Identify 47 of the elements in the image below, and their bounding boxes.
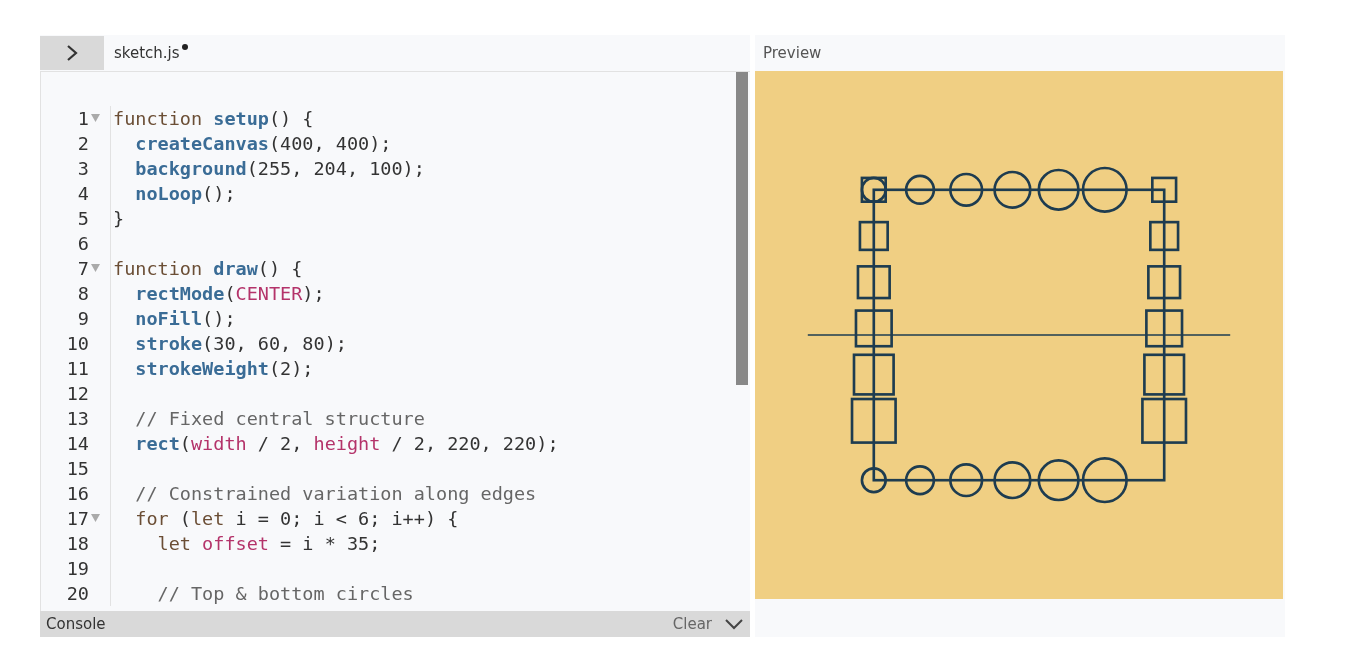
line-number: 11 [65,357,89,381]
code-line: noLoop(); [134,182,236,206]
code-line: // Constrained variation along edges [134,482,537,506]
code-line: let offset = i * 35; [156,532,381,556]
line-number: 17 [65,507,89,531]
code-line: } [113,207,125,231]
line-number: 6 [76,232,89,256]
code-line: stroke(30, 60, 80); [134,332,347,356]
clear-button[interactable]: Clear [666,614,718,634]
line-number: 2 [76,132,89,156]
code-line: function draw() { [113,257,303,281]
preview-title: Preview [763,44,822,62]
line-number: 9 [76,307,89,331]
line-number: 10 [65,332,89,356]
scrollbar-thumb[interactable] [736,72,748,385]
line-number: 7 [76,257,89,281]
line-number: 19 [65,557,89,581]
code-line: rectMode(CENTER); [134,282,325,306]
line-number: 5 [76,207,89,231]
file-tab[interactable]: sketch.js [114,44,180,62]
code-line: strokeWeight(2); [134,357,314,381]
line-number: 1 [76,107,89,131]
line-number: 8 [76,282,89,306]
code-line: createCanvas(400, 400); [134,132,392,156]
fold-triangle-icon[interactable] [91,264,100,273]
console-title: Console [46,615,106,633]
line-number: 14 [65,432,89,456]
line-number: 13 [65,407,89,431]
line-number: 4 [76,182,89,206]
code-line: rect(width / 2, height / 2, 220, 220); [134,432,559,456]
code-line: background(255, 204, 100); [134,157,425,181]
line-number: 15 [65,457,89,481]
code-line: // Top & bottom circles [156,582,414,606]
line-number: 16 [65,482,89,506]
fold-triangle-icon[interactable] [91,114,100,123]
line-number: 3 [76,157,89,181]
chevron-right-icon [65,45,79,61]
sidebar-toggle-button[interactable] [40,36,104,70]
line-number: 20 [65,582,89,606]
line-number: 18 [65,532,89,556]
fold-triangle-icon[interactable] [91,514,100,523]
code-line: // Fixed central structure [134,407,425,431]
chevron-down-icon[interactable] [724,618,744,630]
code-line: function setup() { [113,107,314,131]
code-line: for (let i = 0; i < 6; i++) { [134,507,459,531]
line-number: 12 [65,382,89,406]
code-line: noFill(); [134,307,236,331]
